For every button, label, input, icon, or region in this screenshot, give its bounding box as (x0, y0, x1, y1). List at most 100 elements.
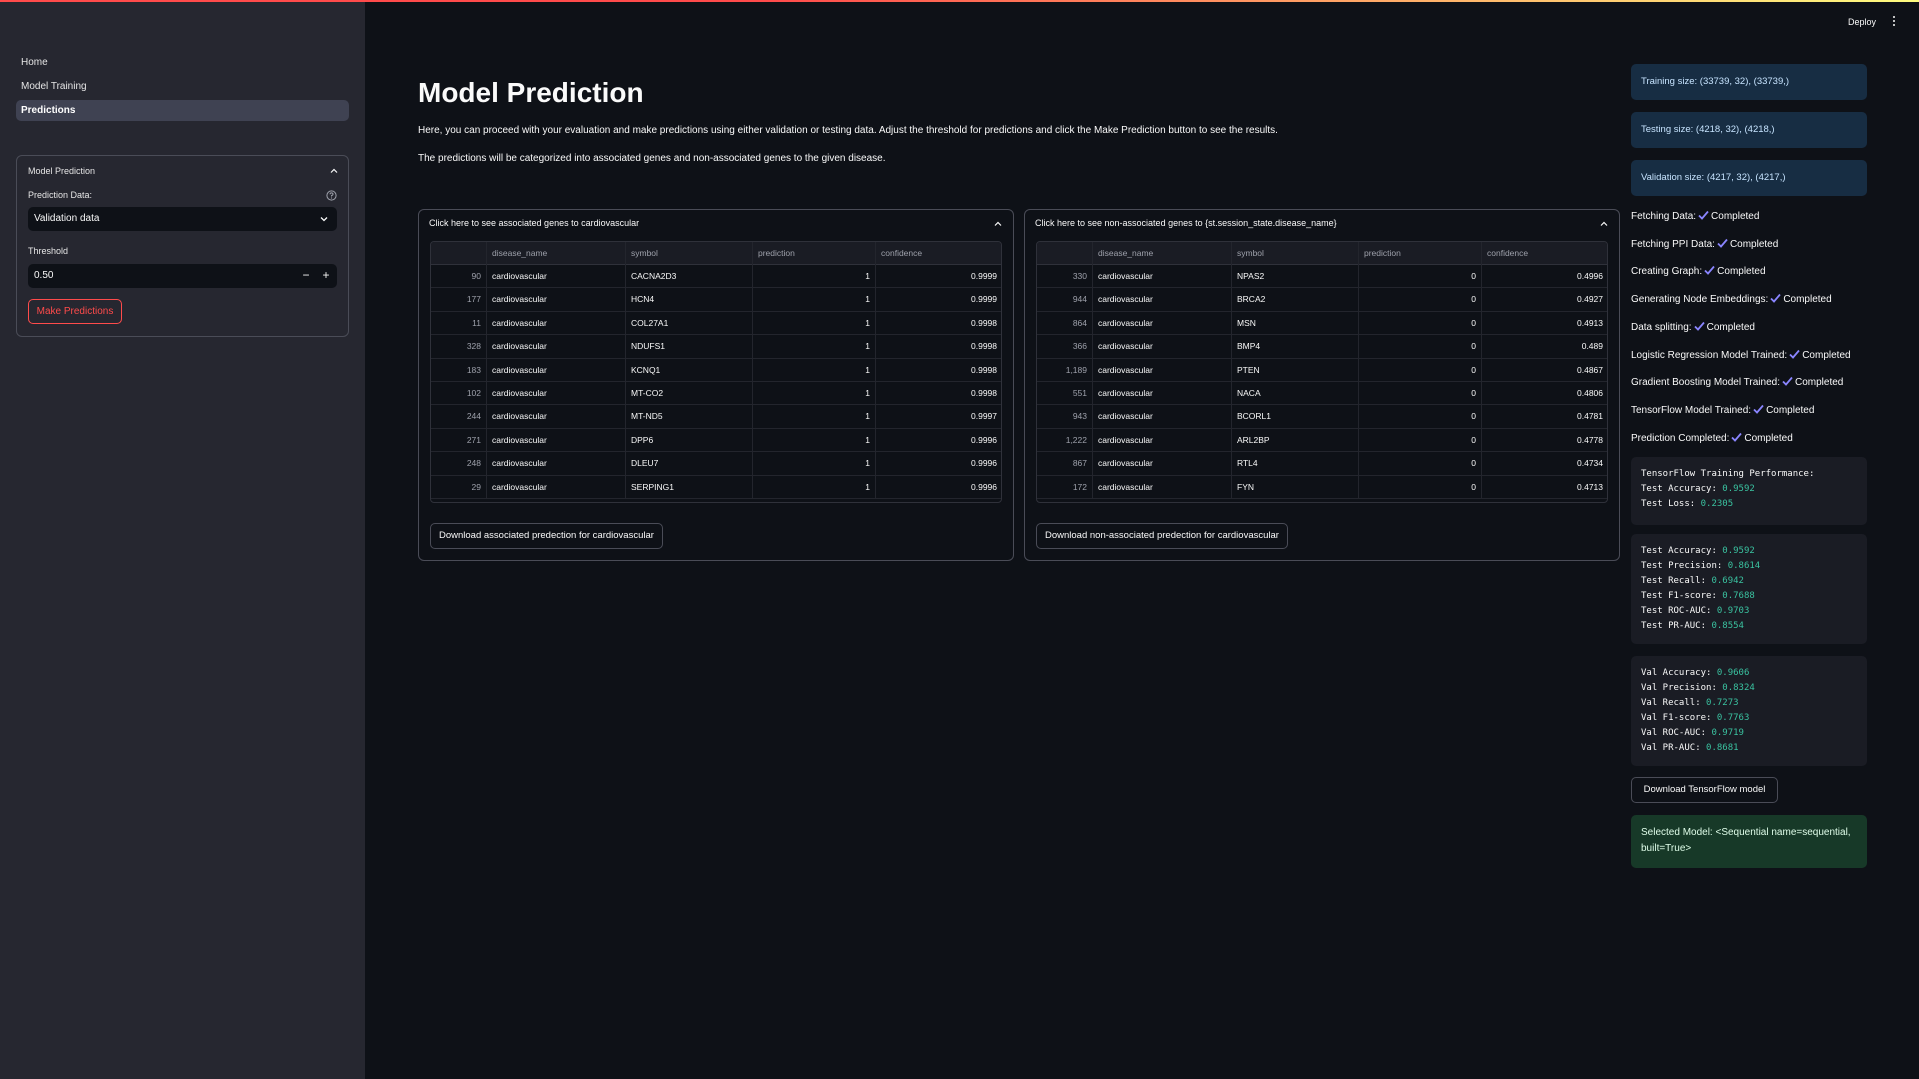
expander-title[interactable]: Click here to see non-associated genes t… (1035, 218, 1337, 228)
table-cell[interactable]: 0.4781 (1482, 405, 1607, 428)
table-cell[interactable]: 1,189 (1037, 358, 1093, 382)
column-header[interactable] (1037, 242, 1093, 265)
table-cell[interactable]: 0 (1359, 428, 1482, 452)
sidebar-item-predictions[interactable]: Predictions (16, 100, 349, 121)
table-cell[interactable]: 0.9998 (876, 382, 1001, 405)
table-cell[interactable]: 0.4996 (1482, 265, 1607, 288)
table-cell[interactable]: MT-ND5 (626, 405, 753, 429)
table-cell[interactable]: cardiovascular (487, 311, 626, 335)
table-cell[interactable]: NPAS2 (1232, 265, 1359, 288)
table-cell[interactable]: 0.9998 (876, 335, 1001, 358)
table-cell[interactable]: 0.4734 (1482, 452, 1607, 475)
download-non-associated-button[interactable]: Download non-associated predection for c… (1036, 523, 1288, 549)
table-cell[interactable]: 864 (1037, 311, 1093, 335)
sidebar-item-model-training[interactable]: Model Training (16, 76, 349, 97)
threshold-input[interactable]: 0.50 − + (28, 264, 337, 288)
table-cell[interactable]: 271 (431, 428, 487, 452)
expander-title[interactable]: Click here to see associated genes to ca… (429, 218, 639, 228)
table-cell[interactable]: cardiovascular (487, 288, 626, 312)
table-cell[interactable]: 0.9997 (876, 405, 1001, 428)
table-cell[interactable]: 1 (753, 428, 876, 452)
table-cell[interactable]: 0 (1359, 382, 1482, 405)
table-cell[interactable]: 177 (431, 288, 487, 312)
table-cell[interactable]: 0 (1359, 452, 1482, 476)
table-cell[interactable]: cardiovascular (1093, 358, 1232, 382)
table-cell[interactable]: cardiovascular (1093, 405, 1232, 429)
table-cell[interactable]: 1 (753, 382, 876, 405)
help-icon[interactable] (326, 190, 337, 201)
table-cell[interactable]: 1 (753, 452, 876, 476)
column-header[interactable]: disease_name (487, 242, 626, 265)
main-menu-icon[interactable] (1891, 15, 1897, 27)
prediction-data-select[interactable]: Validation data (28, 207, 337, 231)
download-tensorflow-model-button[interactable]: Download TensorFlow model (1631, 777, 1778, 803)
table-cell[interactable]: 0.9996 (876, 429, 1001, 452)
table-cell[interactable]: cardiovascular (487, 405, 626, 429)
table-cell[interactable]: 328 (431, 335, 487, 359)
table-cell[interactable]: 0.4913 (1482, 312, 1607, 335)
table-cell[interactable]: 0.489 (1482, 335, 1607, 358)
column-header[interactable]: prediction (753, 242, 876, 265)
table-cell[interactable]: DPP6 (626, 428, 753, 452)
column-header[interactable]: disease_name (1093, 242, 1232, 265)
table-cell[interactable]: 943 (1037, 405, 1093, 429)
table-cell[interactable]: 944 (1037, 288, 1093, 312)
table-cell[interactable]: 330 (1037, 265, 1093, 288)
table-cell[interactable]: FYN (1232, 475, 1359, 499)
table-cell[interactable]: 867 (1037, 452, 1093, 476)
threshold-increment-button[interactable]: + (317, 264, 335, 288)
table-cell[interactable]: COL27A1 (626, 311, 753, 335)
column-header[interactable] (431, 242, 487, 265)
table-cell[interactable]: 102 (431, 382, 487, 405)
table-cell[interactable]: 1 (753, 475, 876, 499)
chevron-up-icon[interactable] (330, 167, 338, 175)
table-cell[interactable]: 244 (431, 405, 487, 429)
table-cell[interactable]: 0 (1359, 475, 1482, 499)
table-cell[interactable]: 172 (1037, 475, 1093, 499)
table-cell[interactable]: 1,222 (1037, 428, 1093, 452)
table-cell[interactable]: 0 (1359, 405, 1482, 429)
table-cell[interactable]: cardiovascular (1093, 452, 1232, 476)
column-header[interactable]: symbol (626, 242, 753, 265)
sidebar-item-home[interactable]: Home (16, 52, 349, 73)
column-header[interactable]: symbol (1232, 242, 1359, 265)
table-cell[interactable]: cardiovascular (487, 265, 626, 288)
table-cell[interactable]: 0.4778 (1482, 429, 1607, 452)
table-cell[interactable]: BRCA2 (1232, 288, 1359, 312)
table-cell[interactable]: 0.9999 (876, 265, 1001, 288)
chevron-up-icon[interactable] (1600, 220, 1608, 228)
table-cell[interactable]: SERPING1 (626, 475, 753, 499)
table-cell[interactable]: DLEU7 (626, 452, 753, 476)
table-cell[interactable]: cardiovascular (1093, 311, 1232, 335)
table-cell[interactable]: 1 (753, 405, 876, 429)
table-cell[interactable]: cardiovascular (487, 428, 626, 452)
table-cell[interactable]: 0.9996 (876, 452, 1001, 475)
table-cell[interactable]: 366 (1037, 335, 1093, 359)
table-cell[interactable]: 0 (1359, 358, 1482, 382)
table-cell[interactable]: 0.9998 (876, 359, 1001, 382)
table-cell[interactable]: 0 (1359, 265, 1482, 288)
table-cell[interactable]: 248 (431, 452, 487, 476)
table-cell[interactable]: 0 (1359, 288, 1482, 312)
table-cell[interactable]: 0 (1359, 311, 1482, 335)
table-cell[interactable]: 0.4927 (1482, 288, 1607, 311)
column-header[interactable]: confidence (1482, 242, 1607, 265)
table-cell[interactable]: cardiovascular (487, 475, 626, 499)
table-cell[interactable]: MT-CO2 (626, 382, 753, 405)
chevron-up-icon[interactable] (994, 220, 1002, 228)
table-cell[interactable]: cardiovascular (1093, 428, 1232, 452)
table-cell[interactable]: 551 (1037, 382, 1093, 405)
table-cell[interactable]: HCN4 (626, 288, 753, 312)
download-associated-button[interactable]: Download associated predection for cardi… (430, 523, 663, 549)
table-cell[interactable]: cardiovascular (487, 452, 626, 476)
table-cell[interactable]: cardiovascular (487, 335, 626, 359)
table-cell[interactable]: 0.9998 (876, 312, 1001, 335)
make-predictions-button[interactable]: Make Predictions (28, 299, 122, 324)
deploy-button[interactable]: Deploy (1848, 17, 1876, 27)
table-cell[interactable]: cardiovascular (487, 358, 626, 382)
table-cell[interactable]: 0 (1359, 335, 1482, 359)
table-cell[interactable]: 183 (431, 358, 487, 382)
table-cell[interactable]: ARL2BP (1232, 428, 1359, 452)
table-cell[interactable]: 90 (431, 265, 487, 288)
table-cell[interactable]: cardiovascular (1093, 475, 1232, 499)
